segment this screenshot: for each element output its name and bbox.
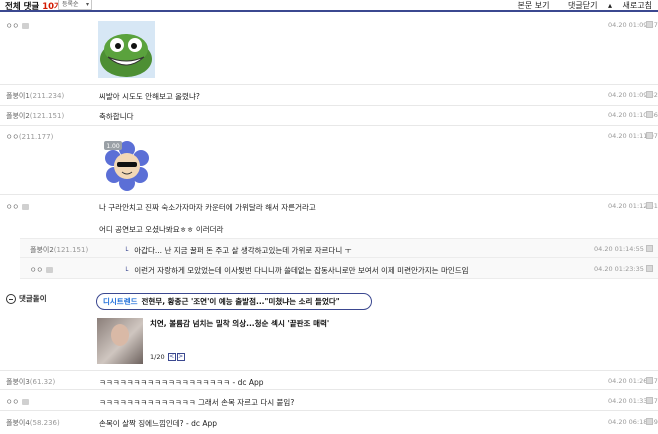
comment-nick: 폴붕이4(58.236)	[6, 419, 60, 427]
delete-icon[interactable]	[646, 377, 653, 384]
delete-icon[interactable]	[646, 245, 653, 252]
reply-arrow-icon: └	[124, 267, 129, 275]
pepe-emoticon	[98, 21, 155, 78]
user-badge-icon	[21, 399, 29, 405]
user-badge-icon	[21, 23, 29, 29]
news-tag: 디시트렌드	[103, 297, 138, 306]
caret-up-icon: ▴	[605, 1, 612, 10]
news-headline: 전현무, 황종근 '조연'이 예능 출발점..."미쳤냐는 소리 들었다"	[141, 297, 340, 306]
dcbot-label: 댓글돌이	[6, 293, 47, 304]
comment-nick: ㅇㅇ(211.177)	[6, 133, 54, 141]
comment-text: 축하합니다	[99, 112, 134, 121]
reply-time: 04.20 01:23:35	[594, 265, 644, 273]
reply-row: ㅇㅇ └ 이런거 자랑하게 모았었는데 이사뒻번 다니니까 쓸데없는 잡동사니로만…	[20, 258, 658, 279]
delete-icon[interactable]	[646, 21, 653, 28]
refresh-button[interactable]: 새로고침	[623, 1, 652, 10]
view-body-button[interactable]: 본문 보기	[517, 1, 549, 10]
delete-icon[interactable]	[646, 91, 653, 98]
next-icon[interactable]: >	[176, 353, 185, 361]
comment-row: ㅇㅇ 04.20 01:09:27	[0, 14, 658, 85]
comment-header: 전체 댓글 10개 등록순 ▾ 본문 보기 댓글닫기 ▴ 새로고침	[0, 0, 658, 12]
comment-nick: ㅇㅇ	[6, 202, 29, 212]
collapse-comments-label: 댓글닫기	[567, 1, 598, 10]
delete-icon[interactable]	[646, 132, 653, 139]
emoticon-badge: 1.00	[106, 143, 120, 150]
comment-text: 나 구라안치고 진짜 숙소가자마자 카운터에 가위달라 해서 자른거라고	[99, 203, 316, 212]
comment-text: 손목이 살짝 징에느낌인데? - dc App	[99, 419, 218, 428]
sort-select[interactable]: 등록순 ▾	[58, 0, 92, 10]
chevron-down-icon: ▾	[85, 1, 89, 8]
delete-icon[interactable]	[646, 202, 653, 209]
reply-nick: ㅇㅇ	[30, 265, 53, 275]
reply-nick: 폴붕이2(121.151)	[30, 246, 89, 254]
comment-row: 폴붕이1(211.234) 씨발아 시도도 안해보고 올렸냐? 04.20 01…	[0, 85, 658, 106]
comment-nick: ㅇㅇ	[6, 397, 29, 407]
comment-text: ㅋㅋㅋㅋㅋㅋㅋㅋㅋㅋㅋㅋㅋㅋ 그래서 손목 자르고 다시 붙임?	[99, 398, 295, 407]
comment-count-title: 전체 댓글 10개	[5, 0, 62, 12]
prev-icon[interactable]: <	[167, 353, 176, 361]
news-pager: 1/20 < >	[150, 353, 185, 361]
news-headline-link[interactable]: 디시트렌드 전현무, 황종근 '조연'이 예능 출발점..."미쳤냐는 소리 들었…	[96, 293, 372, 310]
comment-nick: ㅇㅇ	[6, 21, 29, 31]
reply-text: └ 이런거 자랑하게 모았었는데 이사뒻번 다니니까 쓸데없는 잡동사니로만 보여…	[124, 266, 469, 275]
collapse-comments-button[interactable]: 댓글닫기 ▴	[560, 1, 612, 10]
comment-nick: 폴붕이3(61.32)	[6, 378, 56, 386]
delete-icon[interactable]	[646, 265, 653, 272]
news-subheadline[interactable]: 치연, 볼륨감 넘치는 밀착 의상...청순 섹시 '끝판조 매력'	[150, 318, 329, 329]
comment-row: ㅇㅇ(211.177) 1.00 04.20 01:11:07	[0, 126, 658, 195]
comment-text: ㅋㅋㅋㅋㅋㅋㅋㅋㅋㅋㅋㅋㅋㅋㅋㅋㅋㅋㅋ - dc App	[99, 378, 264, 387]
user-badge-icon	[21, 204, 29, 210]
reply-row: 폴붕이2(121.151) └ 아갑다... 난 지금 꿀퍼 돈 주고 살 생각하…	[20, 238, 658, 258]
delete-icon[interactable]	[646, 418, 653, 425]
sort-select-value: 등록순	[62, 1, 79, 8]
comment-title-label: 전체 댓글	[5, 2, 40, 12]
comment-nick: 폴붕이2(121.151)	[6, 112, 65, 120]
delete-icon[interactable]	[646, 111, 653, 118]
user-badge-icon	[45, 267, 53, 273]
reply-time: 04.20 01:14:55	[594, 245, 644, 253]
comment-nick: 폴붕이1(211.234)	[6, 92, 65, 100]
news-page-indicator: 1/20	[150, 353, 165, 361]
comment-row: 폴붕이4(58.236) 손목이 살짝 징에느낌인데? - dc App 04.…	[0, 411, 658, 434]
minus-circle-icon	[6, 294, 16, 304]
flower-emoticon: 1.00	[104, 141, 149, 191]
comment-row: 폴붕이3(61.32) ㅋㅋㅋㅋㅋㅋㅋㅋㅋㅋㅋㅋㅋㅋㅋㅋㅋㅋㅋ - dc App…	[0, 370, 658, 390]
delete-icon[interactable]	[646, 397, 653, 404]
reply-arrow-icon: └	[124, 247, 129, 255]
reply-text: └ 아갑다... 난 지금 꿀퍼 돈 주고 살 생각하고있는데 가위로 자르다니 …	[124, 246, 352, 255]
news-thumbnail[interactable]	[97, 318, 143, 364]
comment-row: ㅇㅇ 나 구라안치고 진짜 숙소가자마자 카운터에 가위달라 해서 자른거라고 …	[0, 195, 658, 238]
comment-row: 폴붕이2(121.151) 축하합니다 04.20 01:10:36	[0, 106, 658, 126]
comment-text: 씨발아 시도도 안해보고 올렸냐?	[99, 92, 200, 101]
comment-text: 어디 공연보고 오셨나봐요ㅎㅎ 이러더라	[99, 225, 224, 234]
comment-row: ㅇㅇ ㅋㅋㅋㅋㅋㅋㅋㅋㅋㅋㅋㅋㅋㅋ 그래서 손목 자르고 다시 붙임? 04.2…	[0, 390, 658, 411]
